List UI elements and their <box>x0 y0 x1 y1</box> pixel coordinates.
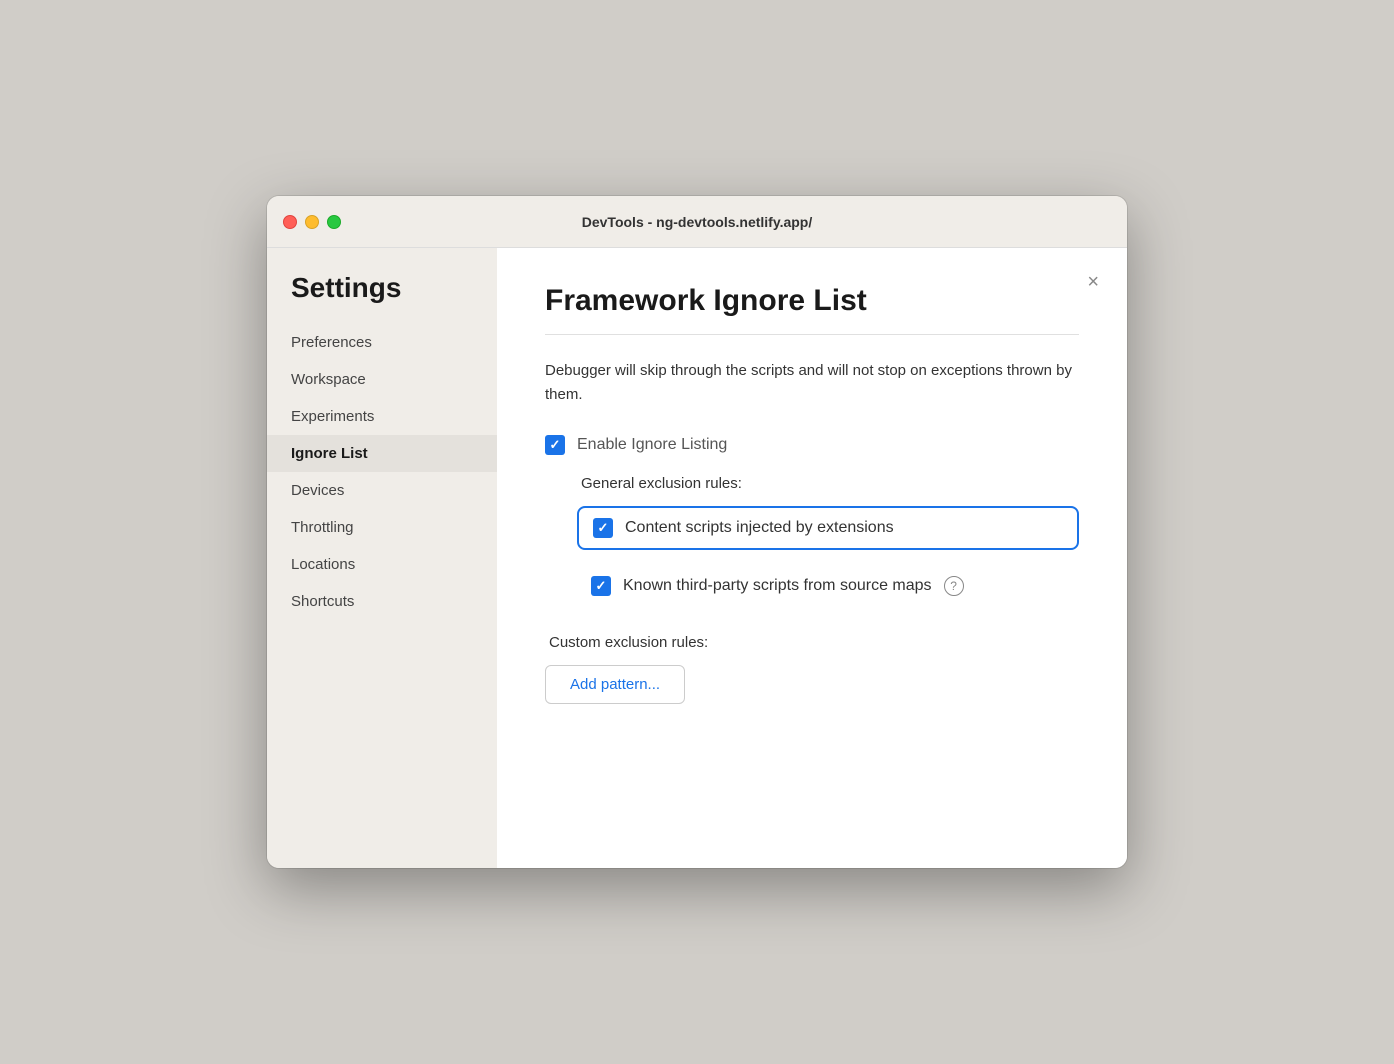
content-scripts-checkmark-icon: ✓ <box>598 520 609 536</box>
close-button[interactable]: × <box>1083 268 1103 296</box>
enable-ignore-listing-checkbox[interactable]: ✓ <box>545 435 565 455</box>
traffic-lights <box>283 215 341 229</box>
sidebar-item-experiments[interactable]: Experiments <box>267 398 497 435</box>
titlebar: DevTools - ng-devtools.netlify.app/ <box>267 196 1127 248</box>
third-party-scripts-checkbox[interactable]: ✓ <box>591 576 611 596</box>
panel-description: Debugger will skip through the scripts a… <box>545 359 1079 407</box>
maximize-traffic-light[interactable] <box>327 215 341 229</box>
exclusion-rules-section: General exclusion rules: ✓ Content scrip… <box>577 475 1079 606</box>
sidebar-item-devices[interactable]: Devices <box>267 472 497 509</box>
rule-content-scripts: ✓ Content scripts injected by extensions <box>577 506 1079 550</box>
close-traffic-light[interactable] <box>283 215 297 229</box>
sidebar-item-ignore-list[interactable]: Ignore List <box>267 435 497 472</box>
panel-divider <box>545 334 1079 335</box>
main-content: Settings Preferences Workspace Experimen… <box>267 248 1127 868</box>
sidebar-item-throttling[interactable]: Throttling <box>267 509 497 546</box>
third-party-scripts-label: Known third-party scripts from source ma… <box>623 577 932 595</box>
add-pattern-button[interactable]: Add pattern... <box>545 665 685 704</box>
checkmark-icon: ✓ <box>550 437 561 453</box>
minimize-traffic-light[interactable] <box>305 215 319 229</box>
rule-third-party-scripts: ✓ Known third-party scripts from source … <box>577 566 1079 606</box>
sidebar-item-locations[interactable]: Locations <box>267 546 497 583</box>
panel-title: Framework Ignore List <box>545 284 1079 318</box>
custom-exclusion-rules-label: Custom exclusion rules: <box>549 634 1079 651</box>
sidebar: Settings Preferences Workspace Experimen… <box>267 248 497 868</box>
sidebar-item-preferences[interactable]: Preferences <box>267 324 497 361</box>
content-scripts-checkbox[interactable]: ✓ <box>593 518 613 538</box>
enable-ignore-listing-row: ✓ Enable Ignore Listing <box>545 435 1079 455</box>
sidebar-heading: Settings <box>267 272 497 324</box>
content-panel: × Framework Ignore List Debugger will sk… <box>497 248 1127 868</box>
sidebar-nav: Preferences Workspace Experiments Ignore… <box>267 324 497 620</box>
general-exclusion-rules-label: General exclusion rules: <box>581 475 1079 492</box>
third-party-scripts-checkmark-icon: ✓ <box>596 578 607 594</box>
third-party-scripts-help-icon[interactable]: ? <box>944 576 964 596</box>
devtools-window: DevTools - ng-devtools.netlify.app/ Sett… <box>267 196 1127 868</box>
titlebar-title: DevTools - ng-devtools.netlify.app/ <box>582 214 813 230</box>
sidebar-item-workspace[interactable]: Workspace <box>267 361 497 398</box>
sidebar-item-shortcuts[interactable]: Shortcuts <box>267 583 497 620</box>
content-scripts-label: Content scripts injected by extensions <box>625 519 894 537</box>
custom-exclusion-rules-section: Custom exclusion rules: Add pattern... <box>545 634 1079 704</box>
enable-ignore-listing-label: Enable Ignore Listing <box>577 436 727 454</box>
